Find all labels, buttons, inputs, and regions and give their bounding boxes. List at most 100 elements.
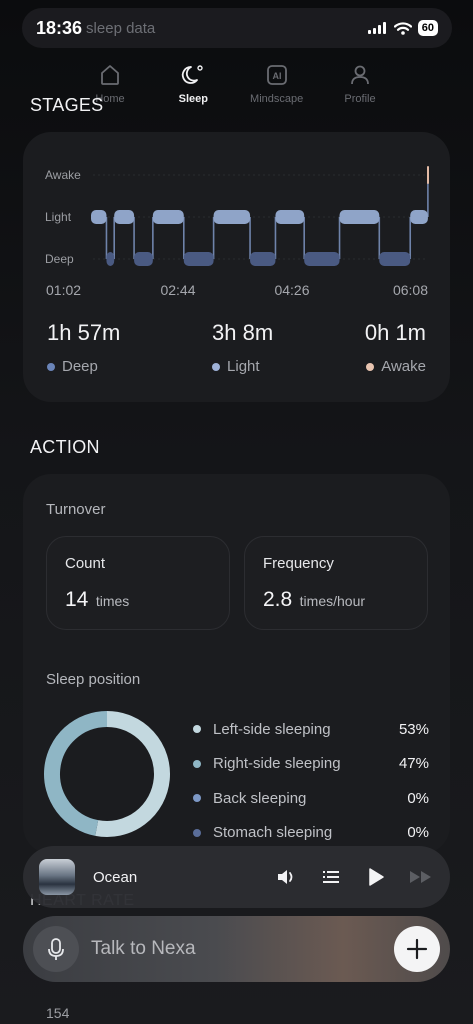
nav-item-profile[interactable]: Profile [320, 62, 400, 118]
wifi-icon [393, 21, 412, 35]
summary-awake: 0h 1m Awake [365, 320, 426, 375]
count-unit: times [95, 593, 130, 609]
x-tick-1: 02:44 [160, 282, 195, 298]
sleep-position-list: Left-side sleeping 53% Right-side sleepi… [193, 712, 429, 850]
sleep-position-donut [44, 711, 170, 837]
action-title: ACTION [30, 437, 100, 457]
count-line: 14 times [65, 588, 211, 612]
y-label-light: Light [45, 210, 72, 224]
summary-light: 3h 8m Light [212, 320, 273, 375]
nav-item-mindscape[interactable]: AI Mindscape [237, 62, 317, 118]
stage-segment-light [410, 210, 428, 224]
stage-segment-deep [379, 252, 411, 266]
signal-icon [367, 22, 386, 34]
stage-segment-awake [427, 166, 429, 184]
mini-player[interactable]: Ocean [23, 846, 450, 908]
battery-indicator: 60 [417, 20, 438, 36]
position-percent: 0% [407, 789, 429, 807]
position-label: Left-side sleeping [213, 720, 331, 738]
stages-title: STAGES [30, 95, 104, 115]
nav-label-mindscape: Mindscape [250, 93, 304, 105]
action-card: Turnover Count 14 times Frequency 2.8 ti… [23, 474, 450, 854]
track-title: Ocean [93, 868, 138, 886]
frequency-card: Frequency 2.8 times/hour [244, 536, 428, 630]
top-nav: Home Sleep AI Mindscape Profile [70, 62, 400, 118]
summary-deep: 1h 57m Deep [47, 320, 120, 375]
play-icon[interactable] [364, 866, 386, 888]
stage-segment-light [152, 210, 184, 224]
status-time: 18:36 [36, 17, 83, 38]
stage-segment-light [275, 210, 305, 224]
svg-text:AI: AI [272, 71, 281, 81]
sleep-position-label: Sleep position [46, 671, 141, 688]
stage-segment-light [114, 210, 135, 224]
awake-dot-icon [366, 362, 375, 371]
count-card: Count 14 times [46, 536, 230, 630]
stage-segment-light [213, 210, 251, 224]
skip-forward-icon[interactable] [408, 867, 434, 887]
position-percent: 0% [407, 824, 429, 842]
left-side-dot-icon [193, 725, 201, 734]
status-bar: 18:36 sleep data 60 [22, 8, 452, 48]
stage-segment-light [91, 210, 107, 224]
assistant-bar [23, 916, 450, 982]
volume-icon[interactable] [276, 867, 298, 887]
frequency-unit: times/hour [299, 593, 366, 609]
count-value: 14 [65, 588, 89, 611]
stage-segment-deep [134, 252, 153, 266]
position-row-left: Left-side sleeping 53% [193, 712, 429, 747]
y-label-deep: Deep [45, 252, 74, 266]
player-controls [276, 866, 434, 888]
plus-icon [406, 938, 428, 960]
x-tick-2: 04:26 [274, 282, 309, 298]
stage-segment-deep [106, 252, 115, 266]
frequency-value: 2.8 [263, 588, 293, 611]
position-row-right: Right-side sleeping 47% [193, 747, 429, 782]
microphone-icon [48, 938, 64, 960]
light-duration: 3h 8m [212, 320, 274, 345]
assistant-input[interactable] [91, 938, 394, 960]
light-dot-icon [212, 362, 221, 371]
deep-label: Deep [62, 358, 98, 375]
mic-button[interactable] [33, 926, 79, 972]
heart-rate-value: 154 [46, 1005, 70, 1021]
status-icons: 60 [367, 20, 438, 36]
deep-legend: Deep [47, 358, 120, 375]
stage-summary: 1h 57m Deep 3h 8m Light 0h 1m Awake [47, 320, 426, 375]
add-button[interactable] [394, 926, 440, 972]
stomach-dot-icon [193, 828, 201, 837]
stage-segment-deep [183, 252, 214, 266]
nav-item-sleep[interactable]: Sleep [153, 62, 233, 118]
frequency-title: Frequency [263, 555, 334, 572]
x-tick-0: 01:02 [46, 282, 81, 298]
position-label: Back sleeping [213, 789, 307, 807]
position-label: Right-side sleeping [213, 755, 341, 773]
person-icon [351, 65, 369, 85]
position-percent: 47% [398, 755, 429, 773]
frequency-line: 2.8 times/hour [263, 588, 409, 612]
donut-slice [44, 711, 108, 836]
right-side-dot-icon [193, 759, 201, 768]
position-percent: 53% [398, 720, 429, 738]
status-subtitle: sleep data [86, 19, 156, 37]
turnover-label: Turnover [46, 501, 106, 518]
awake-legend: Awake [366, 358, 426, 375]
stages-card: Awake Light Deep 01:02 02:44 04:26 06:08… [23, 132, 450, 402]
sleep-stage-chart: Awake Light Deep 01:02 02:44 04:26 06:08 [45, 166, 429, 298]
album-art [39, 859, 75, 895]
light-legend: Light [212, 358, 260, 375]
position-row-stomach: Stomach sleeping 0% [193, 816, 429, 851]
position-row-back: Back sleeping 0% [193, 781, 429, 816]
count-title: Count [65, 555, 106, 572]
stage-segment-light [339, 210, 380, 224]
playlist-icon[interactable] [320, 867, 342, 887]
x-tick-3: 06:08 [393, 282, 428, 298]
light-label: Light [227, 358, 260, 375]
awake-duration: 0h 1m [364, 320, 426, 345]
moon-icon [182, 65, 204, 84]
nav-label-profile: Profile [344, 93, 376, 105]
stage-segment-deep [250, 252, 276, 266]
back-dot-icon [193, 794, 201, 803]
deep-dot-icon [47, 362, 55, 371]
home-icon [101, 65, 119, 85]
